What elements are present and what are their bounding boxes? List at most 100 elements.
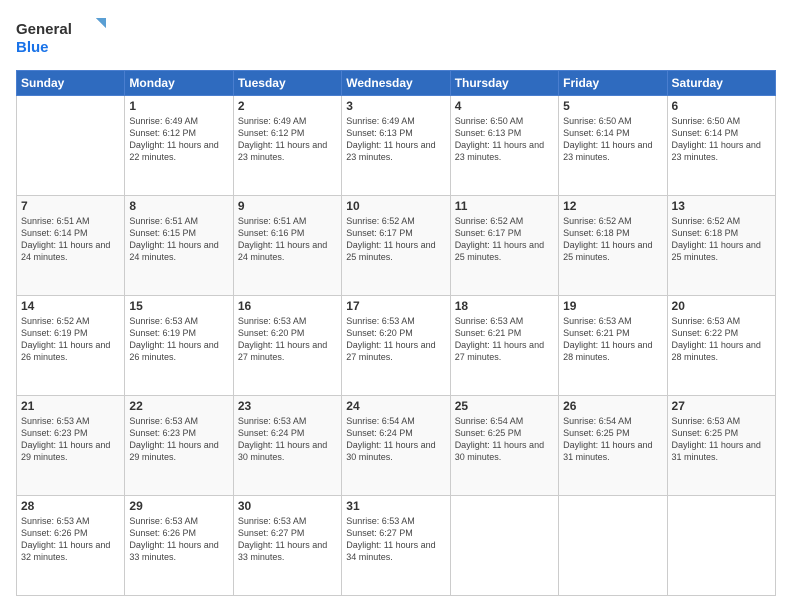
calendar-cell: 8 Sunrise: 6:51 AMSunset: 6:15 PMDaylight… <box>125 196 233 296</box>
cell-info: Sunrise: 6:54 AMSunset: 6:25 PMDaylight:… <box>563 415 662 464</box>
day-number: 1 <box>129 99 228 113</box>
cell-info: Sunrise: 6:49 AMSunset: 6:12 PMDaylight:… <box>238 115 337 164</box>
day-number: 12 <box>563 199 662 213</box>
header: General Blue <box>16 16 776 60</box>
day-number: 28 <box>21 499 120 513</box>
day-number: 29 <box>129 499 228 513</box>
cell-info: Sunrise: 6:49 AMSunset: 6:13 PMDaylight:… <box>346 115 445 164</box>
cell-info: Sunrise: 6:53 AMSunset: 6:27 PMDaylight:… <box>346 515 445 564</box>
cell-info: Sunrise: 6:53 AMSunset: 6:23 PMDaylight:… <box>21 415 120 464</box>
calendar-cell: 17 Sunrise: 6:53 AMSunset: 6:20 PMDayligh… <box>342 296 450 396</box>
cell-info: Sunrise: 6:52 AMSunset: 6:17 PMDaylight:… <box>455 215 554 264</box>
calendar-cell: 27 Sunrise: 6:53 AMSunset: 6:25 PMDayligh… <box>667 396 775 496</box>
calendar-cell: 15 Sunrise: 6:53 AMSunset: 6:19 PMDayligh… <box>125 296 233 396</box>
day-number: 6 <box>672 99 771 113</box>
cell-info: Sunrise: 6:53 AMSunset: 6:20 PMDaylight:… <box>346 315 445 364</box>
weekday-header-friday: Friday <box>559 71 667 96</box>
cell-info: Sunrise: 6:51 AMSunset: 6:14 PMDaylight:… <box>21 215 120 264</box>
weekday-header-saturday: Saturday <box>667 71 775 96</box>
svg-text:Blue: Blue <box>16 39 49 56</box>
calendar-cell: 12 Sunrise: 6:52 AMSunset: 6:18 PMDayligh… <box>559 196 667 296</box>
calendar-cell: 4 Sunrise: 6:50 AMSunset: 6:13 PMDaylight… <box>450 96 558 196</box>
cell-info: Sunrise: 6:53 AMSunset: 6:22 PMDaylight:… <box>672 315 771 364</box>
cell-info: Sunrise: 6:50 AMSunset: 6:13 PMDaylight:… <box>455 115 554 164</box>
calendar-cell: 1 Sunrise: 6:49 AMSunset: 6:12 PMDaylight… <box>125 96 233 196</box>
cell-info: Sunrise: 6:52 AMSunset: 6:18 PMDaylight:… <box>563 215 662 264</box>
day-number: 25 <box>455 399 554 413</box>
weekday-header-tuesday: Tuesday <box>233 71 341 96</box>
cell-info: Sunrise: 6:49 AMSunset: 6:12 PMDaylight:… <box>129 115 228 164</box>
cell-info: Sunrise: 6:51 AMSunset: 6:15 PMDaylight:… <box>129 215 228 264</box>
cell-info: Sunrise: 6:50 AMSunset: 6:14 PMDaylight:… <box>672 115 771 164</box>
cell-info: Sunrise: 6:53 AMSunset: 6:27 PMDaylight:… <box>238 515 337 564</box>
calendar-cell <box>667 496 775 596</box>
day-number: 21 <box>21 399 120 413</box>
calendar-cell: 24 Sunrise: 6:54 AMSunset: 6:24 PMDayligh… <box>342 396 450 496</box>
calendar-cell: 5 Sunrise: 6:50 AMSunset: 6:14 PMDaylight… <box>559 96 667 196</box>
calendar-cell: 26Sunrise: 6:54 AMSunset: 6:25 PMDayligh… <box>559 396 667 496</box>
calendar-cell: 30Sunrise: 6:53 AMSunset: 6:27 PMDayligh… <box>233 496 341 596</box>
calendar-cell: 10 Sunrise: 6:52 AMSunset: 6:17 PMDayligh… <box>342 196 450 296</box>
calendar-cell <box>17 96 125 196</box>
day-number: 9 <box>238 199 337 213</box>
weekday-header-thursday: Thursday <box>450 71 558 96</box>
day-number: 2 <box>238 99 337 113</box>
cell-info: Sunrise: 6:53 AMSunset: 6:19 PMDaylight:… <box>129 315 228 364</box>
day-number: 8 <box>129 199 228 213</box>
calendar-cell: 31 Sunrise: 6:53 AMSunset: 6:27 PMDayligh… <box>342 496 450 596</box>
day-number: 17 <box>346 299 445 313</box>
day-number: 3 <box>346 99 445 113</box>
cell-info: Sunrise: 6:53 AMSunset: 6:21 PMDaylight:… <box>563 315 662 364</box>
calendar-week-5: 28 Sunrise: 6:53 AMSunset: 6:26 PMDayligh… <box>17 496 776 596</box>
cell-info: Sunrise: 6:53 AMSunset: 6:24 PMDaylight:… <box>238 415 337 464</box>
day-number: 10 <box>346 199 445 213</box>
weekday-header-monday: Monday <box>125 71 233 96</box>
calendar-cell: 9 Sunrise: 6:51 AMSunset: 6:16 PMDaylight… <box>233 196 341 296</box>
cell-info: Sunrise: 6:53 AMSunset: 6:25 PMDaylight:… <box>672 415 771 464</box>
cell-info: Sunrise: 6:53 AMSunset: 6:21 PMDaylight:… <box>455 315 554 364</box>
page: General Blue SundayMondayTuesdayWednesda… <box>0 0 792 612</box>
calendar-cell: 19Sunrise: 6:53 AMSunset: 6:21 PMDayligh… <box>559 296 667 396</box>
day-number: 27 <box>672 399 771 413</box>
calendar-week-4: 21 Sunrise: 6:53 AMSunset: 6:23 PMDayligh… <box>17 396 776 496</box>
day-number: 13 <box>672 199 771 213</box>
calendar-cell: 22Sunrise: 6:53 AMSunset: 6:23 PMDayligh… <box>125 396 233 496</box>
day-number: 20 <box>672 299 771 313</box>
cell-info: Sunrise: 6:52 AMSunset: 6:19 PMDaylight:… <box>21 315 120 364</box>
day-number: 4 <box>455 99 554 113</box>
cell-info: Sunrise: 6:54 AMSunset: 6:24 PMDaylight:… <box>346 415 445 464</box>
logo-svg: General Blue <box>16 16 106 60</box>
cell-info: Sunrise: 6:54 AMSunset: 6:25 PMDaylight:… <box>455 415 554 464</box>
calendar-cell: 28 Sunrise: 6:53 AMSunset: 6:26 PMDayligh… <box>17 496 125 596</box>
calendar-table: SundayMondayTuesdayWednesdayThursdayFrid… <box>16 70 776 596</box>
calendar-cell <box>450 496 558 596</box>
svg-text:General: General <box>16 21 72 38</box>
calendar-cell: 6 Sunrise: 6:50 AMSunset: 6:14 PMDaylight… <box>667 96 775 196</box>
calendar-cell: 2 Sunrise: 6:49 AMSunset: 6:12 PMDaylight… <box>233 96 341 196</box>
calendar-cell: 16 Sunrise: 6:53 AMSunset: 6:20 PMDayligh… <box>233 296 341 396</box>
cell-info: Sunrise: 6:53 AMSunset: 6:26 PMDaylight:… <box>21 515 120 564</box>
weekday-header-wednesday: Wednesday <box>342 71 450 96</box>
cell-info: Sunrise: 6:52 AMSunset: 6:18 PMDaylight:… <box>672 215 771 264</box>
day-number: 14 <box>21 299 120 313</box>
cell-info: Sunrise: 6:52 AMSunset: 6:17 PMDaylight:… <box>346 215 445 264</box>
day-number: 18 <box>455 299 554 313</box>
day-number: 31 <box>346 499 445 513</box>
calendar-cell: 29Sunrise: 6:53 AMSunset: 6:26 PMDayligh… <box>125 496 233 596</box>
cell-info: Sunrise: 6:50 AMSunset: 6:14 PMDaylight:… <box>563 115 662 164</box>
day-number: 16 <box>238 299 337 313</box>
day-number: 24 <box>346 399 445 413</box>
day-number: 5 <box>563 99 662 113</box>
cell-info: Sunrise: 6:53 AMSunset: 6:20 PMDaylight:… <box>238 315 337 364</box>
cell-info: Sunrise: 6:53 AMSunset: 6:23 PMDaylight:… <box>129 415 228 464</box>
calendar-cell: 21 Sunrise: 6:53 AMSunset: 6:23 PMDayligh… <box>17 396 125 496</box>
calendar-cell: 20 Sunrise: 6:53 AMSunset: 6:22 PMDayligh… <box>667 296 775 396</box>
cell-info: Sunrise: 6:51 AMSunset: 6:16 PMDaylight:… <box>238 215 337 264</box>
weekday-header-row: SundayMondayTuesdayWednesdayThursdayFrid… <box>17 71 776 96</box>
day-number: 15 <box>129 299 228 313</box>
calendar-cell: 3 Sunrise: 6:49 AMSunset: 6:13 PMDaylight… <box>342 96 450 196</box>
calendar-cell: 25 Sunrise: 6:54 AMSunset: 6:25 PMDayligh… <box>450 396 558 496</box>
calendar-cell: 18 Sunrise: 6:53 AMSunset: 6:21 PMDayligh… <box>450 296 558 396</box>
calendar-week-3: 14 Sunrise: 6:52 AMSunset: 6:19 PMDayligh… <box>17 296 776 396</box>
day-number: 11 <box>455 199 554 213</box>
